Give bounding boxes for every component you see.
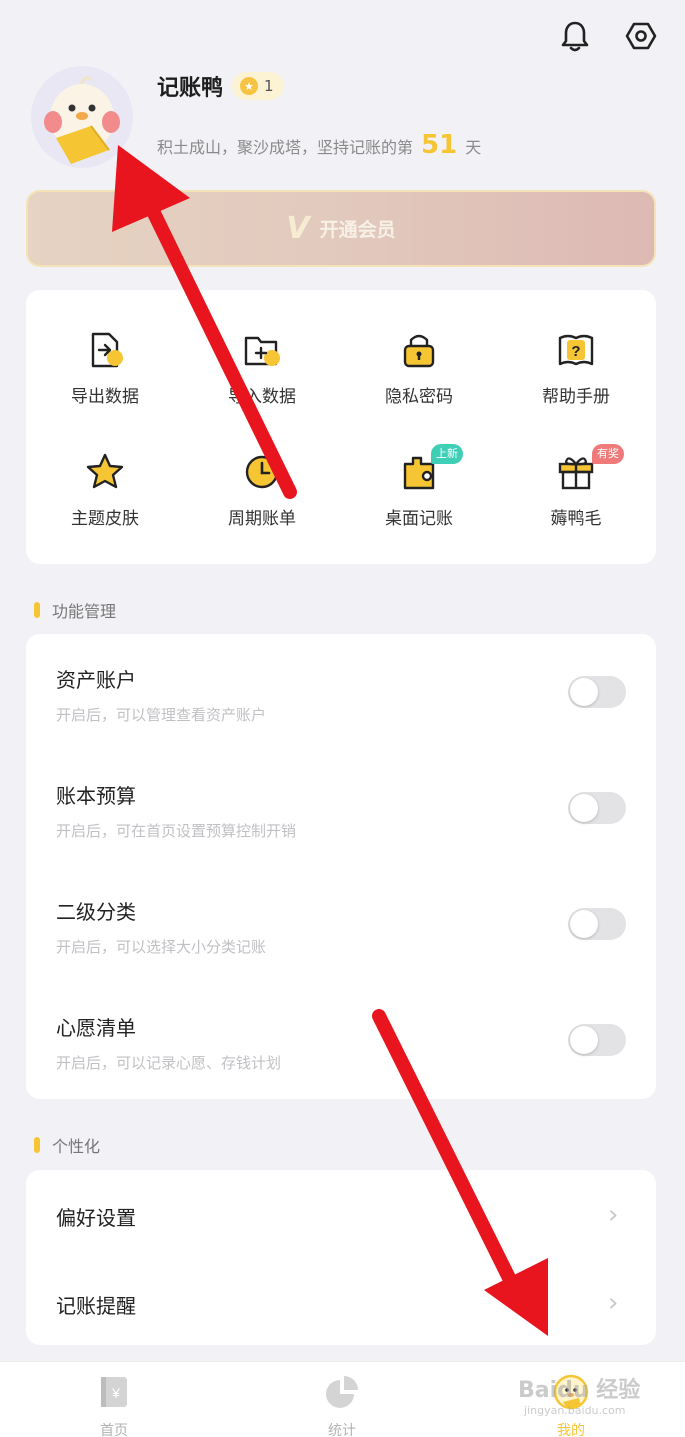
toggle-knob	[570, 910, 598, 938]
export-file-icon	[91, 332, 123, 368]
nav-item-stats[interactable]: 统计	[228, 1362, 456, 1437]
vip-v-icon: V	[286, 211, 310, 246]
grid-label: 导出数据	[71, 387, 139, 407]
grid-label: 帮助手册	[542, 387, 610, 407]
grid-item-help[interactable]: ? 帮助手册	[501, 330, 651, 407]
bell-icon	[561, 21, 589, 52]
watermark-text: Baidu 经验	[518, 1378, 641, 1403]
level-star-icon: ★	[240, 77, 258, 95]
chevron-right-icon: ›	[608, 1200, 619, 1230]
toggle-knob	[570, 1026, 598, 1054]
grid-item-privacy[interactable]: 隐私密码	[344, 330, 494, 407]
level-number: 1	[264, 77, 274, 95]
new-tag: 上新	[431, 444, 463, 464]
section-title-personal: 个性化	[34, 1133, 100, 1157]
wishlist-toggle[interactable]	[568, 1024, 626, 1056]
chevron-right-icon: ›	[608, 1288, 619, 1318]
level-badge[interactable]: ★ 1	[232, 72, 284, 100]
ledger-icon: ¥	[101, 1377, 127, 1407]
prize-tag: 有奖	[592, 444, 624, 464]
toggle-knob	[570, 794, 598, 822]
subcategory-toggle[interactable]	[568, 908, 626, 940]
nav-label: 首页	[100, 1423, 128, 1437]
grid-item-periodic-bill[interactable]: 周期账单	[187, 452, 337, 529]
star-theme-icon	[86, 453, 124, 489]
nav-item-home[interactable]: ¥ 首页	[0, 1362, 228, 1437]
grid-item-desktop-widget[interactable]: 上新 桌面记账	[344, 444, 494, 529]
grid-label: 隐私密码	[385, 387, 453, 407]
preferences-row[interactable]: 偏好设置 ›	[26, 1170, 656, 1257]
username: 记账鸭	[157, 76, 224, 101]
row-title: 记账提醒	[56, 1294, 136, 1318]
personal-settings: 偏好设置 › 记账提醒 ›	[26, 1170, 656, 1345]
avatar[interactable]	[31, 66, 133, 168]
nav-label: 我的	[557, 1423, 585, 1437]
toggle-title: 心愿清单	[56, 1016, 136, 1040]
section-accent-bar	[34, 602, 40, 618]
settings-button[interactable]	[619, 14, 663, 58]
grid-item-import[interactable]: 导入数据	[187, 330, 337, 407]
clock-icon	[245, 455, 279, 489]
grid-item-rewards[interactable]: 有奖 薅鸭毛	[501, 444, 651, 529]
toggle-row-assets: 资产账户 开启后，可以管理查看资产账户	[26, 634, 656, 750]
reminder-row[interactable]: 记账提醒 ›	[26, 1258, 656, 1345]
watermark-url: jingyan.baidu.com	[524, 1404, 626, 1417]
grid-label: 主题皮肤	[71, 509, 139, 529]
toggle-title: 二级分类	[56, 900, 136, 924]
import-folder-icon	[244, 336, 280, 366]
toggle-knob	[570, 678, 598, 706]
toggle-desc: 开启后，可以记录心愿、存钱计划	[56, 1054, 282, 1072]
section-label: 功能管理	[52, 602, 117, 621]
notification-button[interactable]	[553, 14, 597, 58]
toggle-desc: 开启后，可以管理查看资产账户	[56, 706, 267, 724]
hexagon-settings-icon	[625, 22, 657, 50]
toggle-row-wishlist: 心愿清单 开启后，可以记录心愿、存钱计划	[26, 982, 656, 1098]
streak-days: 51	[421, 130, 458, 160]
toggle-desc: 开启后，可在首页设置预算控制开销	[56, 822, 297, 840]
motto: 积土成山，聚沙成塔，坚持记账的第 51 天	[157, 130, 481, 160]
motto-prefix: 积土成山，聚沙成塔，坚持记账的第	[157, 138, 414, 157]
nav-label: 统计	[328, 1423, 356, 1437]
svg-text:?: ?	[571, 343, 580, 360]
budget-toggle[interactable]	[568, 792, 626, 824]
toggle-row-subcategory: 二级分类 开启后，可以选择大小分类记账	[26, 866, 656, 982]
grid-item-export[interactable]: 导出数据	[30, 330, 180, 407]
vip-banner-button[interactable]: V 开通会员	[26, 190, 656, 267]
motto-suffix: 天	[465, 138, 482, 157]
gift-icon	[558, 457, 594, 490]
toggle-desc: 开启后，可以选择大小分类记账	[56, 938, 267, 956]
assets-toggle[interactable]	[568, 676, 626, 708]
feature-toggles: 资产账户 开启后，可以管理查看资产账户 账本预算 开启后，可在首页设置预算控制开…	[26, 634, 656, 1099]
grid-label: 薅鸭毛	[550, 509, 602, 529]
grid-item-theme[interactable]: 主题皮肤	[30, 452, 180, 529]
lock-icon	[403, 334, 435, 368]
toggle-row-budget: 账本预算 开启后，可在首页设置预算控制开销	[26, 750, 656, 866]
vip-label: 开通会员	[319, 219, 396, 241]
help-book-icon: ?	[558, 334, 594, 366]
toggle-title: 账本预算	[56, 784, 136, 808]
grid-label: 周期账单	[228, 509, 296, 529]
section-label: 个性化	[52, 1137, 101, 1156]
pie-chart-icon	[326, 1376, 358, 1408]
svg-text:¥: ¥	[111, 1385, 120, 1401]
tools-grid: 导出数据 导入数据 隐私密码 ? 帮助手册 主题皮肤 周期账单 上新 桌面记账 …	[26, 290, 656, 564]
duck-avatar-icon	[44, 76, 120, 164]
section-title-features: 功能管理	[34, 598, 116, 622]
section-accent-bar	[34, 1137, 40, 1153]
row-title: 偏好设置	[56, 1206, 136, 1230]
grid-label: 导入数据	[228, 387, 296, 407]
grid-label: 桌面记账	[385, 509, 453, 529]
toggle-title: 资产账户	[56, 668, 136, 692]
